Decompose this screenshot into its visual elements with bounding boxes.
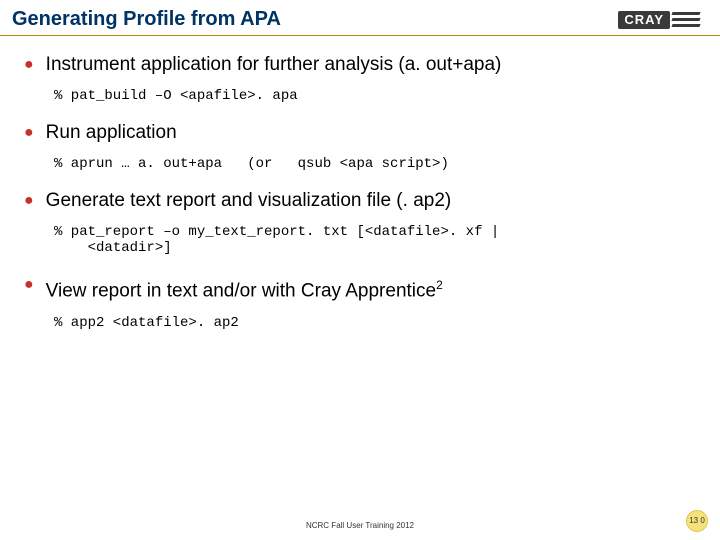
slide-header: Generating Profile from APA CRAY bbox=[0, 0, 720, 36]
code-line: % pat_build –O <apafile>. apa bbox=[54, 88, 696, 104]
bullet-title: Generate text report and visualization f… bbox=[46, 190, 452, 212]
cray-logo: CRAY bbox=[618, 11, 700, 29]
bullet-icon: ● bbox=[24, 122, 34, 144]
logo-stripes bbox=[672, 12, 700, 28]
code-line: % app2 <datafile>. ap2 bbox=[54, 315, 696, 331]
logo-stripe bbox=[671, 12, 700, 15]
logo-text: CRAY bbox=[624, 12, 664, 27]
logo-stripe bbox=[671, 18, 700, 21]
logo-box: CRAY bbox=[618, 11, 670, 29]
slide-footer: NCRC Fall User Training 2012 bbox=[0, 521, 720, 530]
page-number-badge: 13 0 bbox=[686, 510, 708, 532]
bullet-title: Run application bbox=[46, 122, 177, 144]
bullet-item: ● Instrument application for further ana… bbox=[24, 54, 696, 104]
bullet-item: ● Run application % aprun … a. out+apa (… bbox=[24, 122, 696, 172]
bullet-icon: ● bbox=[24, 190, 34, 212]
bullet-row: ● Instrument application for further ana… bbox=[24, 54, 696, 76]
bullet-row: ● Run application bbox=[24, 122, 696, 144]
bullet-title: View report in text and/or with Cray App… bbox=[46, 274, 443, 302]
code-line: % pat_report –o my_text_report. txt [<da… bbox=[54, 224, 696, 256]
bullet-icon: ● bbox=[24, 274, 34, 296]
bullet-row: ● View report in text and/or with Cray A… bbox=[24, 274, 696, 302]
logo-stripe bbox=[671, 24, 700, 27]
slide-content: ● Instrument application for further ana… bbox=[0, 36, 720, 331]
code-line: % aprun … a. out+apa (or qsub <apa scrip… bbox=[54, 156, 696, 172]
bullet-item: ● View report in text and/or with Cray A… bbox=[24, 274, 696, 330]
bullet-icon: ● bbox=[24, 54, 34, 76]
bullet-title: Instrument application for further analy… bbox=[46, 54, 502, 76]
slide-title: Generating Profile from APA bbox=[12, 8, 281, 31]
bullet-item: ● Generate text report and visualization… bbox=[24, 190, 696, 256]
bullet-row: ● Generate text report and visualization… bbox=[24, 190, 696, 212]
